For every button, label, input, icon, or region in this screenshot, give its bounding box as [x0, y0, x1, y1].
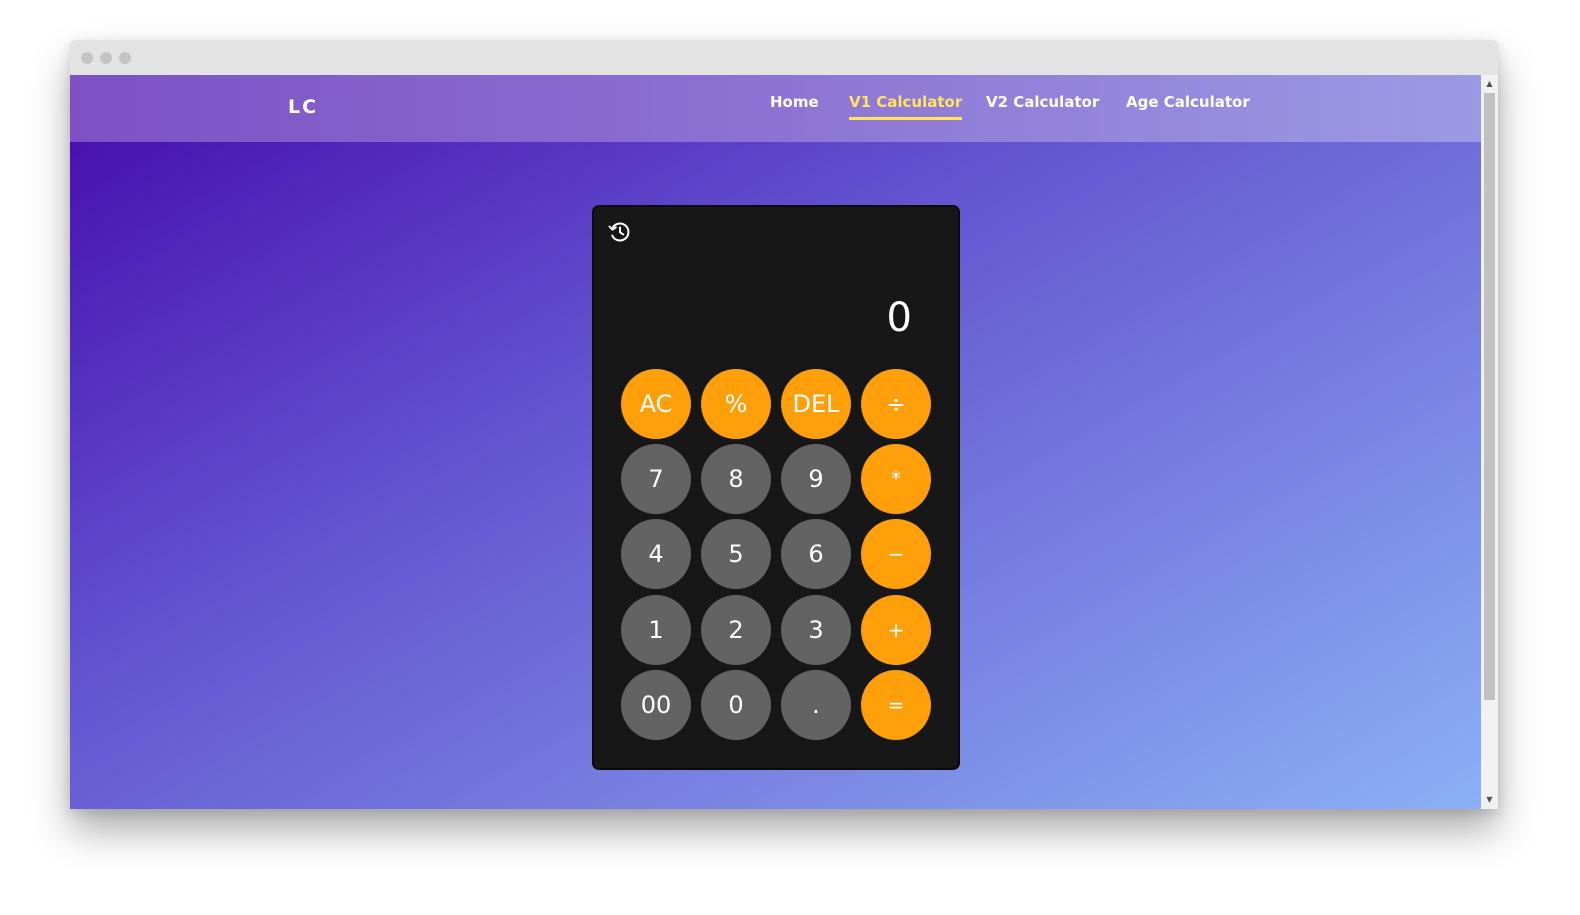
nav-link-home[interactable]: Home [770, 93, 819, 117]
key-divide[interactable]: ÷ [861, 369, 931, 439]
window-control-dot[interactable] [81, 52, 93, 64]
calculator: 0 AC % DEL ÷ 7 8 9 * 4 5 6 − 1 2 3 + 00 … [592, 205, 960, 770]
key-delete[interactable]: DEL [781, 369, 851, 439]
key-5[interactable]: 5 [701, 519, 771, 589]
key-multiply[interactable]: * [861, 444, 931, 514]
key-all-clear[interactable]: AC [621, 369, 691, 439]
key-subtract[interactable]: − [861, 519, 931, 589]
key-2[interactable]: 2 [701, 595, 771, 665]
nav-link-v1-calculator[interactable]: V1 Calculator [849, 93, 963, 120]
history-icon[interactable] [608, 220, 632, 244]
key-equals[interactable]: = [861, 670, 931, 740]
nav-link-age-calculator[interactable]: Age Calculator [1126, 93, 1250, 117]
key-double-zero[interactable]: 00 [621, 670, 691, 740]
calculator-display: 0 [886, 295, 912, 341]
key-7[interactable]: 7 [621, 444, 691, 514]
key-6[interactable]: 6 [781, 519, 851, 589]
key-percent[interactable]: % [701, 369, 771, 439]
navbar: LC Home V1 Calculator V2 Calculator Age … [70, 75, 1481, 142]
key-decimal[interactable]: . [781, 670, 851, 740]
key-8[interactable]: 8 [701, 444, 771, 514]
key-4[interactable]: 4 [621, 519, 691, 589]
vertical-scrollbar[interactable]: ▲ ▼ [1481, 75, 1498, 809]
browser-window: LC Home V1 Calculator V2 Calculator Age … [70, 40, 1498, 809]
key-9[interactable]: 9 [781, 444, 851, 514]
key-0[interactable]: 0 [701, 670, 771, 740]
page-viewport: LC Home V1 Calculator V2 Calculator Age … [70, 75, 1481, 809]
nav-link-v2-calculator[interactable]: V2 Calculator [986, 93, 1099, 117]
scroll-down-arrow-icon[interactable]: ▼ [1481, 793, 1498, 807]
scroll-up-arrow-icon[interactable]: ▲ [1481, 77, 1498, 91]
key-add[interactable]: + [861, 595, 931, 665]
scrollbar-thumb[interactable] [1484, 93, 1495, 700]
key-3[interactable]: 3 [781, 595, 851, 665]
site-logo[interactable]: LC [288, 96, 318, 118]
window-control-dot[interactable] [119, 52, 131, 64]
window-control-dot[interactable] [100, 52, 112, 64]
key-1[interactable]: 1 [621, 595, 691, 665]
window-titlebar [70, 40, 1498, 75]
